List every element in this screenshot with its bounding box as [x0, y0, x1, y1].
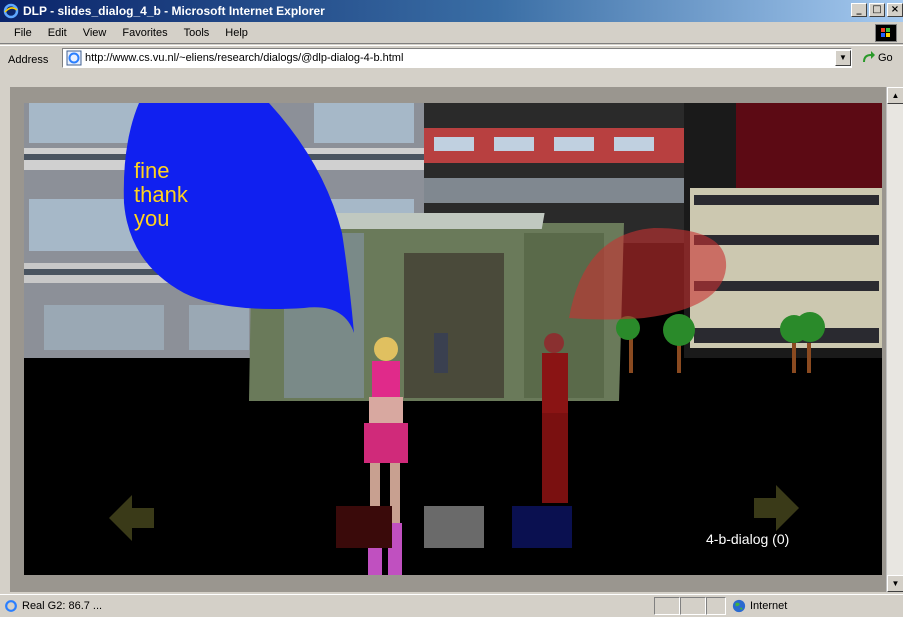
vertical-scrollbar[interactable]: ▲ ▼	[886, 87, 903, 592]
menu-help[interactable]: Help	[217, 27, 256, 39]
address-field[interactable]: http://www.cs.vu.nl/~eliens/research/dia…	[62, 48, 852, 68]
zone-label: Internet	[750, 600, 788, 612]
speech-line: fine	[134, 158, 170, 183]
menu-tools[interactable]: Tools	[176, 27, 218, 39]
zone-indicator: Internet	[726, 599, 876, 613]
windows-logo-icon	[875, 24, 897, 42]
title-bar: DLP - slides_dialog_4_b - Microsoft Inte…	[0, 0, 903, 22]
blue-floor-button	[512, 506, 572, 548]
status-message: Real G2: 86.7 ...	[4, 599, 654, 613]
speech-line: thank	[134, 182, 188, 207]
status-cell	[706, 597, 726, 615]
red-floor-button	[336, 506, 392, 548]
right-arrow-icon	[754, 485, 799, 531]
ie-icon	[3, 3, 19, 19]
scroll-up-button[interactable]: ▲	[887, 87, 903, 104]
menu-bar: File Edit View Favorites Tools Help	[0, 22, 903, 44]
address-url[interactable]: http://www.cs.vu.nl/~eliens/research/dia…	[85, 52, 835, 64]
menu-file[interactable]: File	[6, 27, 40, 39]
speech-line: you	[134, 206, 170, 231]
status-bar: Real G2: 86.7 ... Internet	[0, 594, 903, 617]
menu-view[interactable]: View	[75, 27, 115, 39]
address-label: Address	[8, 54, 49, 66]
dark-red-block	[736, 103, 882, 188]
go-label: Go	[878, 52, 893, 64]
window-title: DLP - slides_dialog_4_b - Microsoft Inte…	[23, 4, 325, 18]
maximize-button[interactable]: □	[869, 3, 885, 17]
close-button[interactable]: ×	[887, 3, 903, 17]
ie-page-icon	[5, 600, 17, 612]
menu-edit[interactable]: Edit	[40, 27, 75, 39]
vr-scene[interactable]: fine thank you 4-b-dialog (0)	[24, 103, 882, 575]
address-dropdown-button[interactable]: ▼	[835, 50, 851, 66]
status-text: Real G2: 86.7 ...	[22, 600, 103, 612]
status-cell	[680, 597, 706, 615]
dialog-label: 4-b-dialog (0)	[706, 531, 790, 547]
go-button[interactable]: Go	[860, 50, 893, 66]
left-arrow-icon	[109, 495, 154, 541]
gray-floor-button	[424, 506, 484, 548]
page-content: fine thank you 4-b-dialog (0)	[10, 87, 886, 592]
male-avatar	[542, 333, 568, 503]
menu-favorites[interactable]: Favorites	[114, 27, 175, 39]
ie-page-icon	[66, 50, 82, 66]
minimize-button[interactable]: _	[851, 3, 867, 17]
window-controls: _ □ ×	[851, 3, 903, 17]
speech-bubble-text: fine thank you	[134, 159, 188, 231]
globe-icon	[732, 599, 746, 613]
go-arrow-icon	[863, 51, 875, 62]
scroll-down-button[interactable]: ▼	[887, 575, 903, 592]
status-cell	[654, 597, 680, 615]
